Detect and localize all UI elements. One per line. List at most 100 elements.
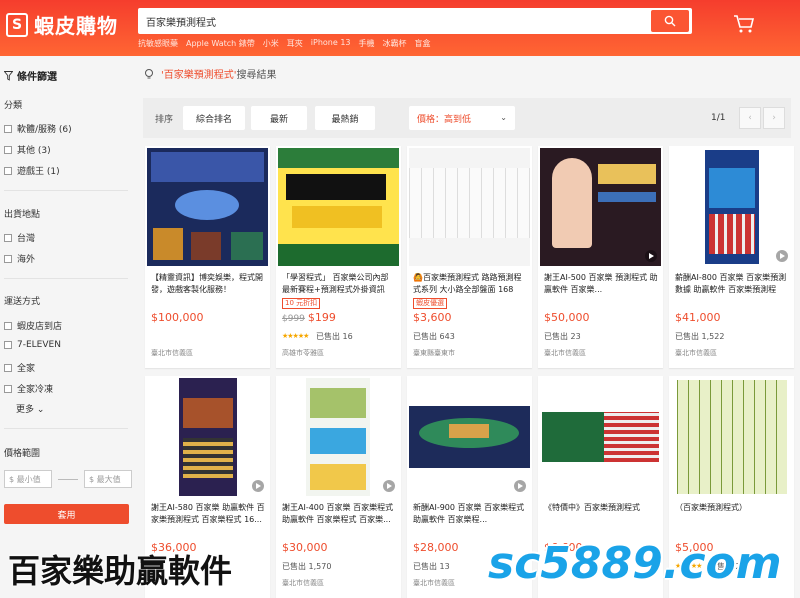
sold-count: 已售出 13 bbox=[413, 562, 450, 571]
price-sort-label: 價格：高到低 bbox=[417, 114, 472, 125]
hot-keyword-link[interactable]: Apple Watch 錶帶 bbox=[186, 38, 255, 49]
product-card[interactable]: 謝王AI-500 百家樂 預測程式 助贏軟件 百家樂... $50,000 已售出 … bbox=[538, 146, 663, 368]
shipping-label: 全家 bbox=[17, 364, 36, 374]
product-image[interactable] bbox=[409, 148, 530, 266]
price-sort-select[interactable]: 價格：高到低 ⌄ bbox=[409, 106, 515, 130]
sort-latest-button[interactable]: 最新 bbox=[251, 106, 307, 130]
product-image[interactable] bbox=[540, 378, 661, 496]
product-card[interactable]: 「學習程式」 百家樂公司內部最新賽程+預測程式外掛資訊 10 元折扣 $999 $19… bbox=[276, 146, 401, 368]
price-value: $3,600 bbox=[413, 311, 452, 324]
shipping-option[interactable]: 全家冷凍 bbox=[4, 382, 53, 395]
hot-keyword-link[interactable]: 盲盒 bbox=[415, 38, 431, 49]
checkbox[interactable] bbox=[4, 166, 12, 175]
result-suffix: 搜尋結果 bbox=[236, 70, 277, 81]
product-card[interactable]: 🙆百家樂預測程式 路路預測程式系列 大小路全部盤面 168牌... 蝦皮優選 $3,… bbox=[407, 146, 532, 368]
product-card[interactable]: 【精靈資訊】博奕娛樂，程式開發，遊戲客製化服務！ $100,000 臺北市信義區 bbox=[145, 146, 270, 368]
checkbox[interactable] bbox=[4, 233, 12, 242]
product-image[interactable] bbox=[671, 148, 792, 266]
category-option[interactable]: 其他 (3) bbox=[4, 143, 51, 156]
apply-button[interactable]: 套用 bbox=[4, 504, 129, 524]
product-title: 謝王AI-400 百家樂 百家樂程式 助贏軟件 百家樂程式 百家樂... bbox=[282, 503, 394, 524]
ship-from-label: 海外 bbox=[17, 255, 36, 265]
chevron-down-icon: ⌄ bbox=[500, 113, 507, 122]
checkbox[interactable] bbox=[4, 363, 12, 372]
hot-keyword-link[interactable]: iPhone 13 bbox=[311, 38, 351, 49]
search-icon bbox=[664, 15, 676, 27]
checkbox[interactable] bbox=[4, 341, 12, 349]
ship-from-option[interactable]: 台灣 bbox=[4, 231, 35, 244]
hot-keyword-link[interactable]: 耳夾 bbox=[287, 38, 303, 49]
logo-letter: S bbox=[11, 16, 23, 33]
product-image[interactable] bbox=[278, 148, 399, 266]
product-image[interactable] bbox=[147, 378, 268, 496]
product-price: $6,600 bbox=[544, 541, 583, 554]
min-price-input[interactable]: $ 最小值 bbox=[4, 470, 52, 488]
category-label: 遊戲王 (1) bbox=[17, 167, 60, 177]
product-card[interactable]: （百家樂預測程式） $5,000 ★★★★★ 已售出 2 bbox=[669, 376, 794, 598]
cart-icon[interactable] bbox=[733, 14, 755, 34]
filter-title: 條件篩選 bbox=[17, 72, 57, 83]
price-value: $36,000 bbox=[151, 541, 197, 554]
chevron-down-icon: ⌄ bbox=[36, 405, 45, 415]
shipping-label: 全家冷凍 bbox=[17, 385, 54, 395]
ship-from-option[interactable]: 海外 bbox=[4, 252, 35, 265]
play-icon bbox=[383, 480, 395, 492]
hot-keyword-link[interactable]: 抗敏感眼藥 bbox=[138, 38, 178, 49]
price-value: $5,000 bbox=[675, 541, 714, 554]
shipping-option[interactable]: 蝦皮店到店 bbox=[4, 319, 62, 332]
category-title: 分類 bbox=[4, 101, 23, 111]
product-image[interactable] bbox=[671, 378, 792, 496]
more-shipping-link[interactable]: 更多 ⌄ bbox=[16, 402, 44, 415]
product-card[interactable]: 謝王AI-400 百家樂 百家樂程式 助贏軟件 百家樂程式 百家樂... $30,… bbox=[276, 376, 401, 598]
product-card[interactable]: 謝王AI-580 百家樂 助贏軟件 百家樂預測程式 百家樂程式 16... $36… bbox=[145, 376, 270, 598]
ship-from-title: 出貨地點 bbox=[4, 210, 41, 220]
category-option[interactable]: 軟體/服務 (6) bbox=[4, 122, 72, 135]
product-tag: 蝦皮優選 bbox=[413, 298, 447, 309]
hot-keyword-link[interactable]: 冰霸杯 bbox=[383, 38, 407, 49]
shipping-option[interactable]: 全家 bbox=[4, 361, 35, 374]
hot-keywords: 抗敏感眼藥 Apple Watch 錶帶 小米 耳夾 iPhone 13 手機 冰霸杯 盲盒 bbox=[138, 38, 431, 49]
sort-relevance-button[interactable]: 綜合排名 bbox=[183, 106, 245, 130]
brand-logo[interactable]: S 蝦皮購物 bbox=[6, 10, 118, 39]
checkbox[interactable] bbox=[4, 321, 12, 330]
next-page-button[interactable]: › bbox=[763, 107, 785, 129]
checkbox[interactable] bbox=[4, 254, 12, 263]
price-value: $100,000 bbox=[151, 311, 204, 324]
divider bbox=[4, 428, 128, 429]
divider bbox=[4, 190, 128, 191]
product-card[interactable]: 薪酬AI-800 百家樂 百家樂預測數據 助贏軟件 百家樂預測程 $41,000 已… bbox=[669, 146, 794, 368]
hot-keyword-link[interactable]: 手機 bbox=[359, 38, 375, 49]
play-icon bbox=[514, 480, 526, 492]
product-image[interactable] bbox=[540, 148, 661, 266]
divider bbox=[4, 278, 128, 279]
checkbox[interactable] bbox=[4, 124, 12, 133]
product-image[interactable] bbox=[147, 148, 268, 266]
checkbox[interactable] bbox=[4, 384, 12, 393]
max-price-input[interactable]: $ 最大值 bbox=[84, 470, 132, 488]
product-price: $41,000 bbox=[675, 311, 721, 324]
product-card[interactable]: 《特價中》百家樂預測程式 $6,600 bbox=[538, 376, 663, 598]
product-image[interactable] bbox=[278, 378, 399, 496]
product-image[interactable] bbox=[409, 378, 530, 496]
checkbox[interactable] bbox=[4, 145, 12, 154]
page-indicator: 1/1 bbox=[711, 113, 726, 123]
product-price: $28,000 bbox=[413, 541, 459, 554]
search-input[interactable] bbox=[142, 11, 642, 31]
product-location: 臺北市信義區 bbox=[282, 579, 324, 587]
product-card[interactable]: 新酬AI-900 百家樂 百家樂程式 助贏軟件 百家樂程... $28,000 已售… bbox=[407, 376, 532, 598]
sort-top-sales-button[interactable]: 最熱銷 bbox=[315, 106, 375, 130]
hot-keyword-link[interactable]: 小米 bbox=[263, 38, 279, 49]
category-option[interactable]: 遊戲王 (1) bbox=[4, 164, 60, 177]
product-title: 《特價中》百家樂預測程式 bbox=[544, 503, 640, 512]
sold-count: 已售出 2 bbox=[709, 562, 741, 571]
sold-count: 已售出 23 bbox=[544, 332, 581, 341]
product-location: 臺北市信義區 bbox=[544, 349, 586, 357]
play-icon bbox=[776, 250, 788, 262]
product-price: $36,000 bbox=[151, 541, 197, 554]
prev-page-button[interactable]: ‹ bbox=[739, 107, 761, 129]
filter-header: 條件篩選 bbox=[4, 68, 57, 83]
shopping-bag-icon: S bbox=[6, 12, 28, 37]
search-button[interactable] bbox=[651, 10, 689, 32]
sold-count: 已售出 1,570 bbox=[282, 562, 332, 571]
shipping-option[interactable]: 7-ELEVEN bbox=[4, 340, 61, 350]
